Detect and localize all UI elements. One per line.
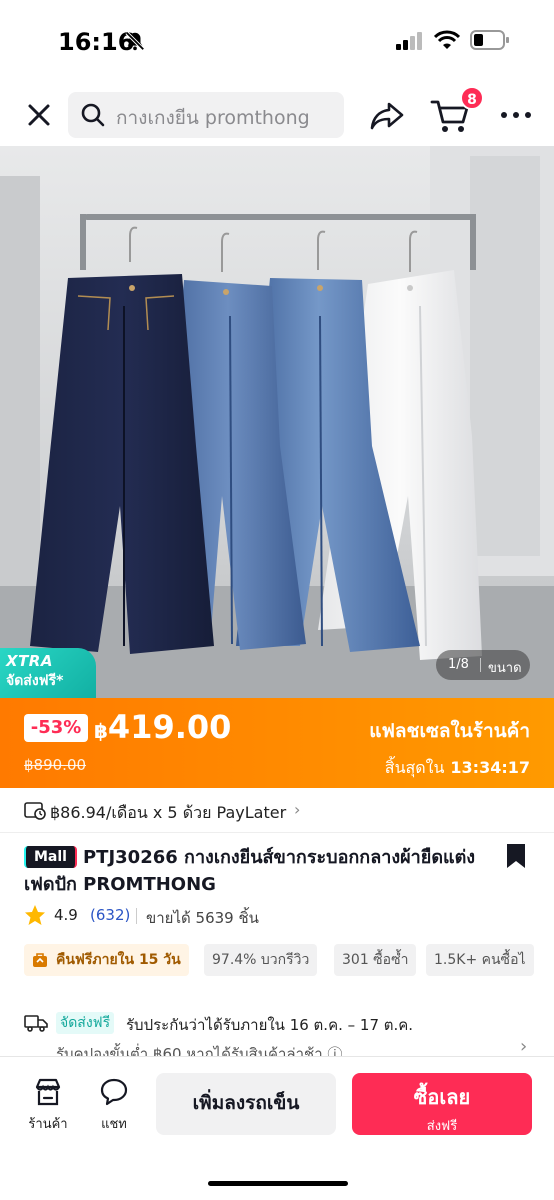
buy-now-label: ซื้อเลย: [413, 1085, 471, 1109]
cellular-signal-icon: [396, 32, 422, 50]
status-time: 16:16: [58, 28, 135, 56]
product-title-text: PTJ30266 กางเกงยีนส์ขากระบอกกลางผ้ายืดแต…: [24, 847, 476, 895]
paylater-icon: [24, 802, 46, 820]
flash-sale-banner: -53% ฿419.00 ฿890.00 แฟลชเซลในร้านค้า สิ…: [0, 698, 554, 788]
store-icon: [35, 1078, 61, 1106]
product-photo: [0, 146, 554, 698]
bookmark-icon[interactable]: [504, 842, 528, 870]
positive-review-chip[interactable]: 97.4% บวกรีวิว: [204, 944, 318, 976]
counter-divider: [480, 658, 481, 672]
flash-sale-countdown: สิ้นสุดใน 13:34:17: [385, 756, 530, 781]
delivery-guarantee: รับประกันว่าได้รับภายใน 16 ต.ค. – 17 ต.ค…: [126, 1016, 414, 1034]
product-highlights: คืนฟรีภายใน 15 วัน 97.4% บวกรีวิว 301 ซื…: [24, 944, 554, 978]
chat-label: แชท: [101, 1117, 127, 1132]
free-return-text: คืนฟรีภายใน 15 วัน: [56, 952, 181, 968]
chevron-right-icon: ›: [294, 800, 301, 819]
image-index: 1/8: [448, 657, 469, 672]
shop-button[interactable]: ร้านค้า: [20, 1077, 76, 1137]
return-box-icon: [33, 953, 47, 967]
more-options-icon[interactable]: [496, 98, 536, 132]
product-title: Mall PTJ30266 กางเกงยีนส์ขากระบอกกลางผ้าย…: [24, 844, 494, 898]
discount-badge: -53%: [24, 714, 88, 742]
wifi-icon: [434, 30, 460, 49]
share-icon[interactable]: [368, 96, 406, 134]
top-navigation: กางเกงยีน promthong 8: [0, 84, 554, 146]
price-currency: ฿: [94, 719, 108, 743]
search-icon: [81, 103, 105, 127]
sale-price: ฿419.00: [94, 708, 231, 746]
search-placeholder: กางเกงยีน promthong: [116, 107, 310, 129]
paylater-text: ฿86.94/เดือน x 5 ด้วย PayLater: [50, 803, 287, 822]
shipping-row[interactable]: จัดส่งฟรี รับประกันว่าได้รับภายใน 16 ต.ค…: [24, 1012, 554, 1056]
bottom-action-bar: ร้านค้า แชท เพิ่มลงรถเข็น ซื้อเลย ส่งฟรี: [0, 1056, 554, 1200]
add-to-cart-button[interactable]: เพิ่มลงรถเข็น: [156, 1073, 336, 1135]
ends-label: สิ้นสุดใน: [384, 758, 445, 777]
search-input[interactable]: กางเกงยีน promthong: [68, 92, 344, 138]
star-icon: [25, 905, 45, 925]
chat-bubble-icon: [100, 1078, 128, 1106]
free-return-chip[interactable]: คืนฟรีภายใน 15 วัน: [24, 944, 189, 976]
late-delivery-coupon: รับคูปองขั้นต่ำ ฿60 หากได้รับสินค้าล่าช้…: [56, 1045, 343, 1056]
original-price: ฿890.00: [24, 756, 87, 774]
review-count-link[interactable]: (632): [90, 906, 130, 924]
countdown-timer: 13:34:17: [450, 758, 530, 777]
divider: [0, 832, 554, 833]
xtra-free-shipping-badge: XTRA จัดส่งฟรี*: [0, 648, 96, 698]
delivery-truck-icon: [24, 1015, 48, 1032]
shop-label: ร้านค้า: [28, 1117, 68, 1132]
rating-divider: [136, 908, 137, 924]
mall-badge: Mall: [24, 846, 77, 868]
sold-count: ขายได้ 5639 ชิ้น: [146, 909, 259, 927]
free-shipping-tag: จัดส่งฟรี: [56, 1012, 115, 1034]
battery-icon: [470, 30, 509, 50]
buy-now-button[interactable]: ซื้อเลย ส่งฟรี: [352, 1073, 532, 1135]
xtra-title: XTRA: [6, 652, 53, 670]
cart-count-badge: 8: [460, 86, 484, 110]
price-value: 419.00: [107, 708, 232, 746]
buy-now-sublabel: ส่งฟรี: [426, 1119, 458, 1134]
product-image-gallery[interactable]: XTRA จัดส่งฟรี* 1/8 ขนาด: [0, 146, 554, 698]
chat-button[interactable]: แชท: [86, 1077, 142, 1137]
size-label: ขนาด: [488, 661, 522, 676]
flash-sale-title: แฟลชเซลในร้านค้า: [369, 720, 530, 742]
chevron-right-icon: ›: [520, 1036, 528, 1056]
image-counter[interactable]: 1/8 ขนาด: [436, 650, 530, 680]
rating-value: 4.9: [54, 906, 78, 924]
bell-off-icon: [125, 31, 145, 51]
buyers-chip[interactable]: 1.5K+ คนซื้อไ: [426, 944, 534, 976]
xtra-subtitle: จัดส่งฟรี*: [6, 673, 64, 689]
repeat-buyers-chip[interactable]: 301 ซื้อซ้ำ: [334, 944, 417, 976]
status-bar: 16:16: [0, 0, 554, 84]
close-icon[interactable]: [22, 98, 56, 132]
home-indicator[interactable]: [208, 1181, 348, 1186]
